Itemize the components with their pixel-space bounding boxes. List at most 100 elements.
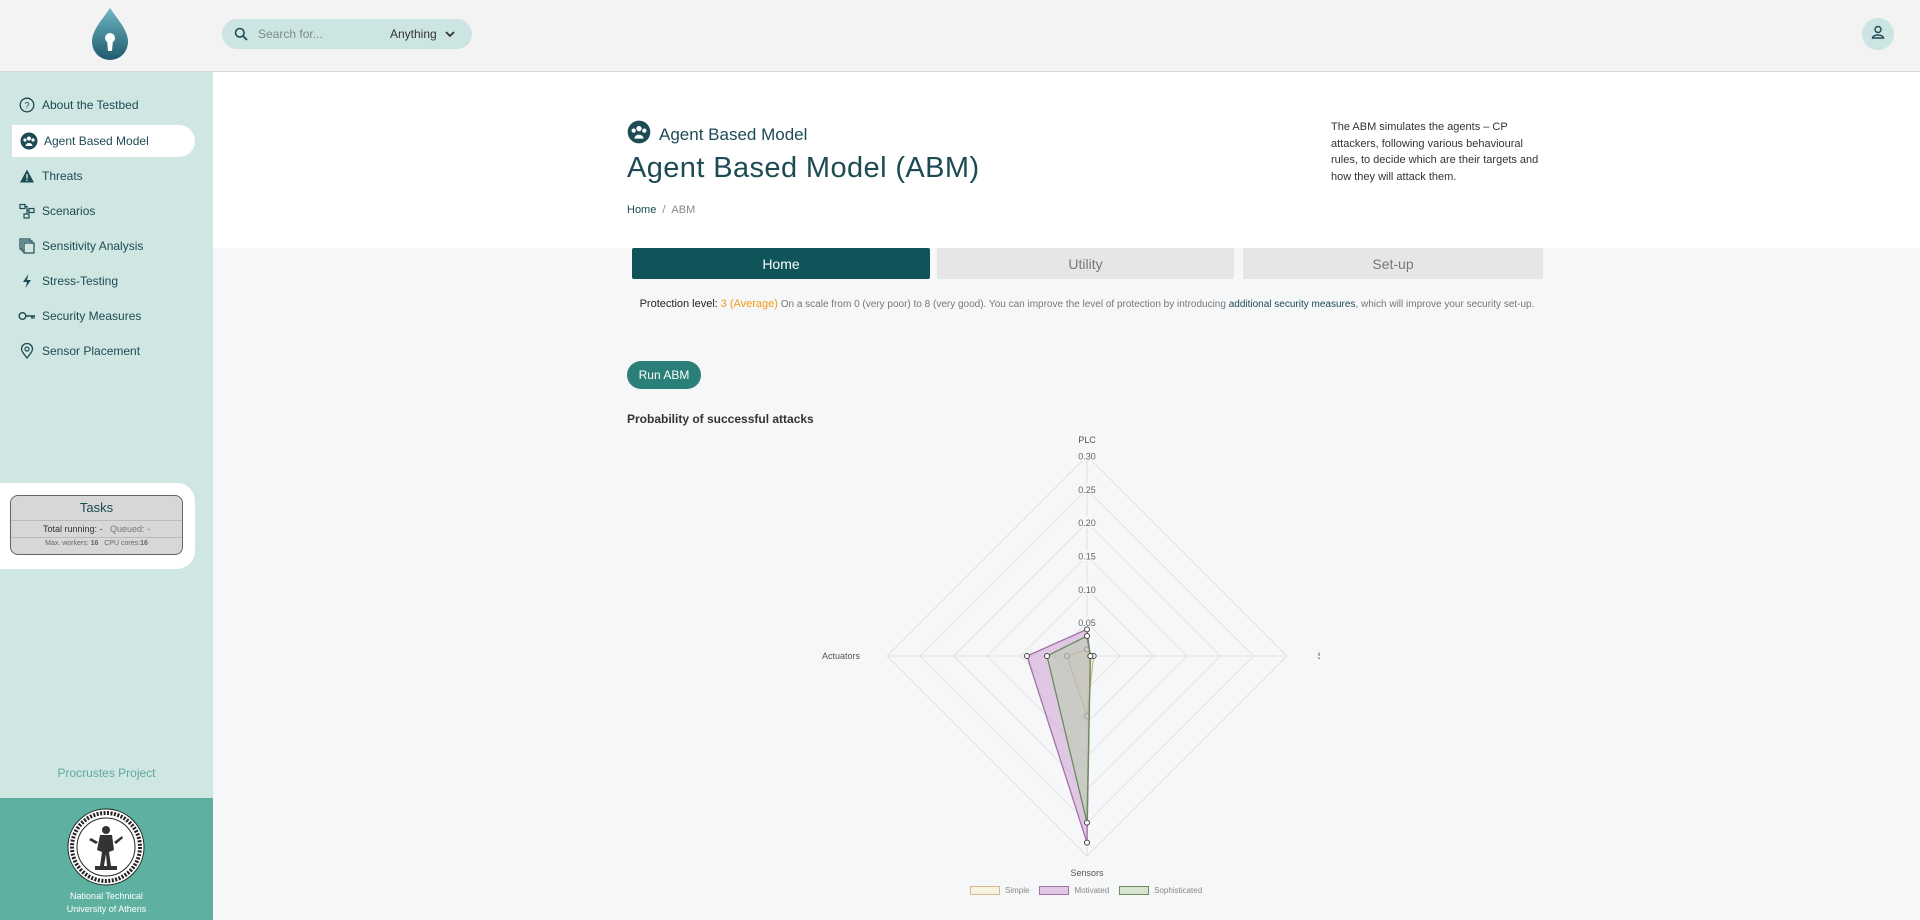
axis-label: SCADA — [1317, 651, 1320, 661]
data-point — [1084, 633, 1090, 639]
breadcrumb-separator: / — [662, 204, 666, 216]
protection-level-label: Protection level: — [639, 298, 718, 310]
search-input[interactable] — [256, 27, 386, 41]
app-logo[interactable] — [88, 6, 132, 62]
axis-label: Actuators — [822, 651, 861, 661]
tasks-panel: Tasks Total running: - Queued: - Max. wo… — [0, 483, 195, 569]
legend-item[interactable]: Motivated — [1039, 886, 1109, 895]
diagram-icon — [18, 202, 36, 220]
cpu-cores-label: CPU cores: — [104, 540, 141, 547]
university-name-line1: National Technical — [70, 891, 143, 901]
tick-label: 0.10 — [1078, 585, 1096, 595]
search-bar: Anything — [222, 19, 472, 49]
cpu-cores-value: 16 — [140, 540, 148, 547]
page-subtitle: Agent Based Model — [627, 120, 807, 149]
data-point — [1024, 653, 1030, 659]
tab-home[interactable]: Home — [632, 248, 930, 279]
chart-title: Probability of successful attacks — [627, 412, 814, 426]
data-point — [1084, 626, 1090, 633]
legend-swatch — [1119, 886, 1150, 895]
data-point — [1084, 839, 1090, 846]
search-scope-value: Anything — [390, 27, 437, 41]
breadcrumb-current: ABM — [671, 204, 696, 216]
sidebar-item-sensitivity-analysis[interactable]: Sensitivity Analysis — [18, 230, 143, 262]
max-workers-label: Max. workers: — [45, 540, 89, 547]
run-abm-button[interactable]: Run ABM — [627, 361, 701, 389]
protection-level-text: Protection level: 3 (Average) On a scale… — [627, 296, 1547, 313]
search-icon[interactable] — [226, 19, 256, 49]
sidebar-item-label: Sensor Placement — [42, 344, 141, 358]
tasks-box[interactable]: Tasks Total running: - Queued: - Max. wo… — [10, 495, 183, 555]
tick-label: 0.20 — [1078, 518, 1096, 528]
layers-icon — [18, 237, 36, 255]
sidebar-item-label: Stress-Testing — [42, 274, 119, 288]
agents-icon — [627, 120, 651, 149]
university-name-line2: University of Athens — [66, 904, 147, 914]
max-workers-value: 16 — [90, 540, 99, 547]
search-scope-select[interactable]: Anything — [390, 27, 455, 41]
lightning-icon — [18, 272, 36, 290]
tab-set-up[interactable]: Set-up — [1243, 248, 1543, 279]
sidebar-item-security-measures[interactable]: Security Measures — [18, 300, 141, 332]
question-circle-icon: ? — [18, 96, 36, 114]
legend-label: Sophisticated — [1154, 886, 1203, 895]
svg-text:?: ? — [24, 101, 29, 111]
legend-item[interactable]: Sophisticated — [1119, 886, 1202, 895]
key-icon — [18, 307, 36, 325]
queued-value: - — [147, 524, 151, 534]
sidebar-item-label: About the Testbed — [42, 98, 139, 112]
legend-swatch — [1039, 886, 1070, 895]
legend-item[interactable]: Simple — [970, 886, 1029, 895]
sidebar-item-scenarios[interactable]: Scenarios — [18, 195, 95, 227]
queued-label: Queued: — [110, 524, 145, 534]
tasks-running-row: Total running: - Queued: - — [11, 520, 182, 534]
radar-chart: 0.300.250.200.150.100.05PLCSCADASensorsA… — [822, 435, 1320, 878]
sidebar-item-label: Sensitivity Analysis — [42, 239, 144, 253]
additional-security-measures-link[interactable]: additional security measures — [1229, 299, 1356, 310]
data-point — [1044, 653, 1050, 659]
sidebar-item-sensor-placement[interactable]: Sensor Placement — [18, 335, 140, 367]
university-footer: National Technical University of Athens — [0, 798, 213, 920]
data-point — [1087, 653, 1094, 659]
tab-utility[interactable]: Utility — [937, 248, 1234, 279]
sidebar-item-threats[interactable]: Threats — [18, 160, 83, 192]
project-link[interactable]: Procrustes Project — [0, 766, 213, 780]
sidebar-item-stress-testing[interactable]: Stress-Testing — [18, 265, 118, 297]
sidebar-item-label: Scenarios — [42, 204, 96, 218]
sidebar: ? About the Testbed Agent Based Model Th… — [0, 72, 213, 920]
protection-text-after: , which will improve your security set-u… — [1355, 299, 1535, 310]
sidebar-item-agent-based-model[interactable]: Agent Based Model — [12, 125, 195, 157]
axis-label: Sensors — [1070, 868, 1104, 878]
tick-label: 0.25 — [1078, 485, 1096, 495]
page-header — [213, 72, 1920, 248]
chart-legend: Simple Motivated Sophisticated — [970, 886, 1202, 895]
tick-label: 0.30 — [1078, 452, 1096, 462]
tick-label: 0.15 — [1078, 552, 1096, 562]
top-bar: Anything — [0, 0, 1920, 72]
sidebar-item-label: Security Measures — [42, 309, 142, 323]
tasks-title: Tasks — [79, 500, 114, 515]
user-icon — [1871, 25, 1885, 44]
chevron-down-icon — [445, 27, 455, 41]
protection-level-value: 3 (Average) — [720, 298, 778, 310]
university-seal-logo — [67, 808, 145, 886]
location-pin-icon — [18, 342, 36, 360]
sidebar-item-about[interactable]: ? About the Testbed — [18, 89, 139, 121]
page-title: Agent Based Model (ABM) — [627, 152, 980, 184]
sidebar-item-label: Agent Based Model — [44, 134, 149, 148]
page-description: The ABM simulates the agents – CP attack… — [1331, 121, 1539, 183]
university-name: National Technical University of Athens — [0, 890, 213, 916]
legend-swatch — [970, 886, 1000, 895]
legend-label: Motivated — [1074, 886, 1110, 895]
protection-text-before: On a scale from 0 (very poor) to 8 (very… — [780, 299, 1226, 310]
tasks-workers-row: Max. workers: 16 CPU cores:16 — [11, 537, 182, 547]
warning-triangle-icon — [18, 167, 36, 185]
breadcrumb-home-link[interactable]: Home — [627, 204, 656, 216]
agents-icon — [20, 132, 38, 150]
total-running-label: Total running: — [42, 524, 97, 534]
sidebar-item-label: Threats — [42, 169, 83, 183]
breadcrumb: Home / ABM — [627, 204, 695, 216]
user-account-button[interactable] — [1862, 18, 1894, 50]
axis-label: PLC — [1078, 435, 1096, 445]
data-point — [1084, 819, 1090, 826]
